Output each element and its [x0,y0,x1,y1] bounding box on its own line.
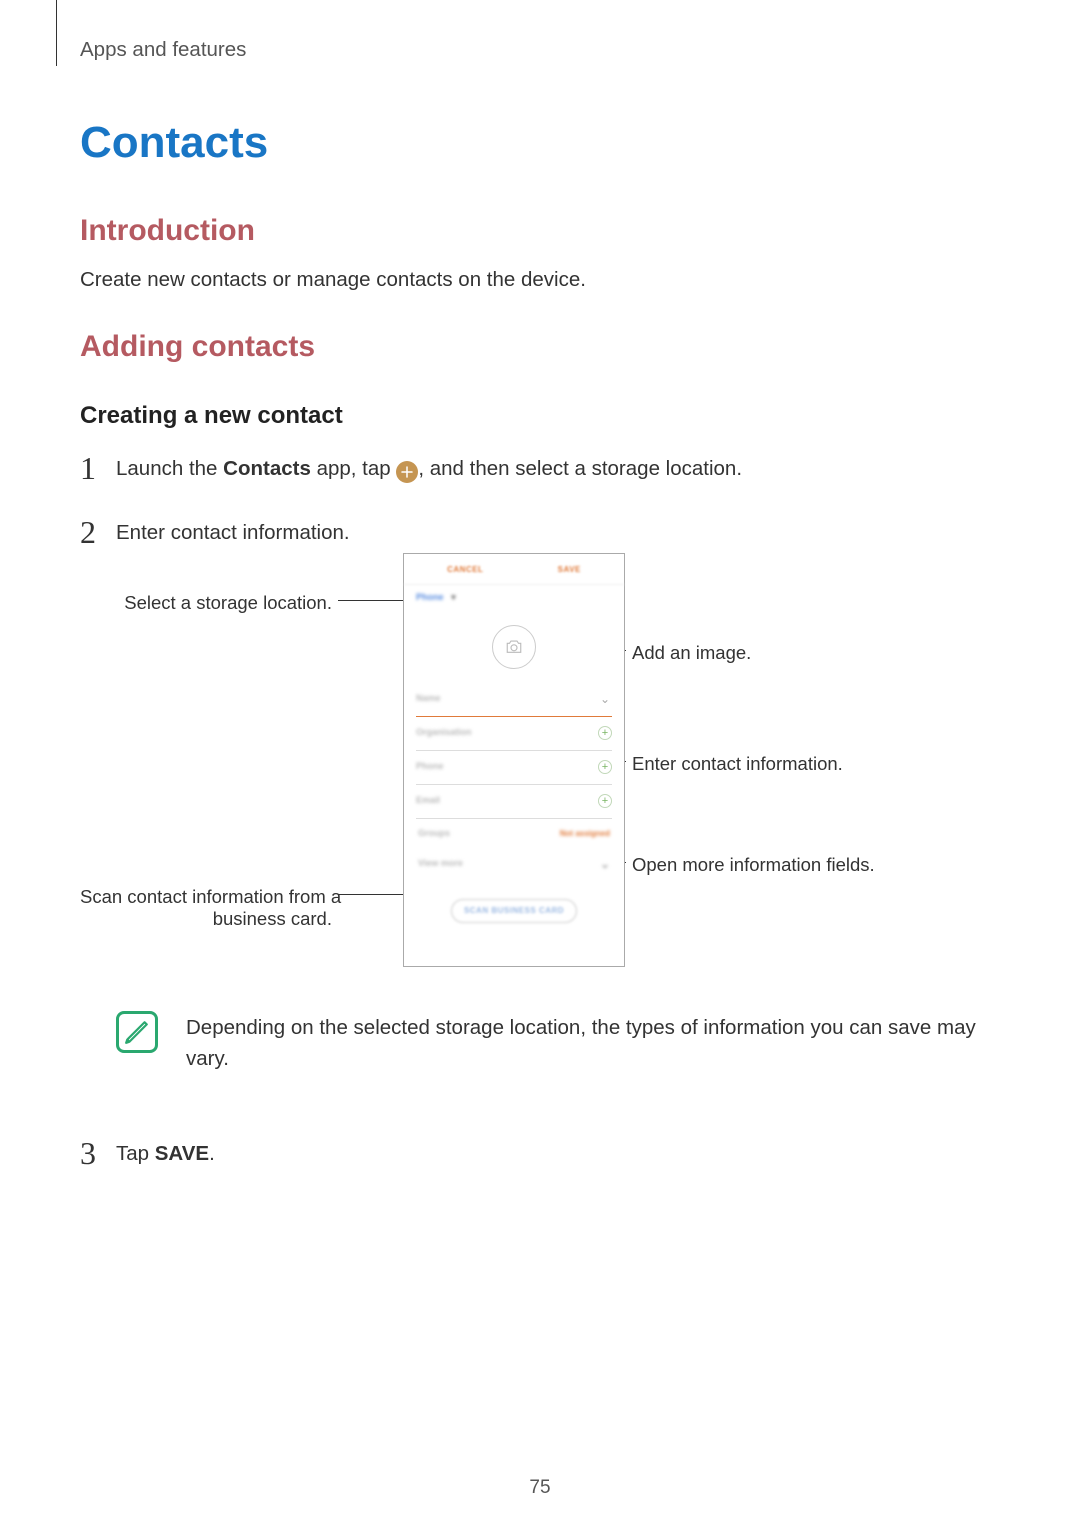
email-label: Email [416,794,440,808]
note-text: Depending on the selected storage locati… [186,1013,1000,1075]
callout-more-fields: Open more information fields. [632,851,875,879]
cancel-button[interactable]: CANCEL [447,564,483,576]
storage-selector[interactable]: Phone ▼ [404,585,624,607]
step-1-app-name: Contacts [223,457,311,480]
add-image-button[interactable] [492,625,536,669]
lead-line [338,894,404,895]
view-more-row[interactable]: View more ⌄ [416,849,612,879]
callout-storage: Select a storage location. [80,589,332,617]
step-2-text: Enter contact information. [116,521,350,544]
subsection-creating-new-contact: Creating a new contact [80,402,1000,430]
phone-field[interactable]: Phone + [416,751,612,785]
plus-icon[interactable]: + [598,760,612,774]
step-1: Launch the Contacts app, tap , and then … [80,448,1000,491]
step-3-text-c: . [209,1142,215,1165]
groups-row[interactable]: Groups Not assigned [416,819,612,849]
groups-value: Not assigned [560,828,610,840]
chevron-down-icon: ▼ [450,592,458,604]
section-introduction: Introduction [80,214,1000,248]
plus-icon[interactable]: + [598,726,612,740]
note-icon [116,1011,158,1053]
intro-text: Create new contacts or manage contacts o… [80,266,1000,294]
step-2: Enter contact information. Select a stor… [80,512,1000,1110]
page-number: 75 [0,1477,1080,1499]
callout-enter-info: Enter contact information. [632,750,843,778]
plus-icon[interactable]: + [598,794,612,808]
step-3-text-a: Tap [116,1142,155,1165]
organisation-field[interactable]: Organisation + [416,717,612,751]
email-field[interactable]: Email + [416,785,612,819]
page-title: Contacts [80,118,1000,168]
chevron-down-icon: ⌄ [598,692,612,706]
save-button[interactable]: SAVE [558,564,581,576]
callout-add-image: Add an image. [632,639,751,667]
step-1-text-a: Launch the [116,457,223,480]
chevron-down-icon: ⌄ [600,855,610,873]
step-3: Tap SAVE. [80,1133,1000,1176]
step-1-text-d: , and then select a storage location. [418,457,742,480]
storage-label: Phone [416,591,444,605]
groups-label: Groups [418,827,450,841]
step-1-text-c: app, tap [311,457,396,480]
phone-label: Phone [416,760,444,774]
section-adding-contacts: Adding contacts [80,330,1000,364]
organisation-label: Organisation [416,726,472,740]
lead-line [338,600,404,601]
name-field[interactable]: Name ⌄ [416,683,612,717]
name-label: Name [416,692,441,706]
step-3-save-label: SAVE [155,1142,209,1165]
breadcrumb: Apps and features [80,38,1000,62]
note-block: Depending on the selected storage locati… [116,1011,1000,1075]
phone-mockup: CANCEL SAVE Phone ▼ Name [403,553,625,967]
callout-scan-line2: business card. [80,905,332,933]
scan-business-card-button[interactable]: SCAN BUSINESS CARD [451,899,577,923]
camera-icon [505,640,523,654]
plus-icon [396,461,418,483]
view-more-label: View more [418,857,463,871]
